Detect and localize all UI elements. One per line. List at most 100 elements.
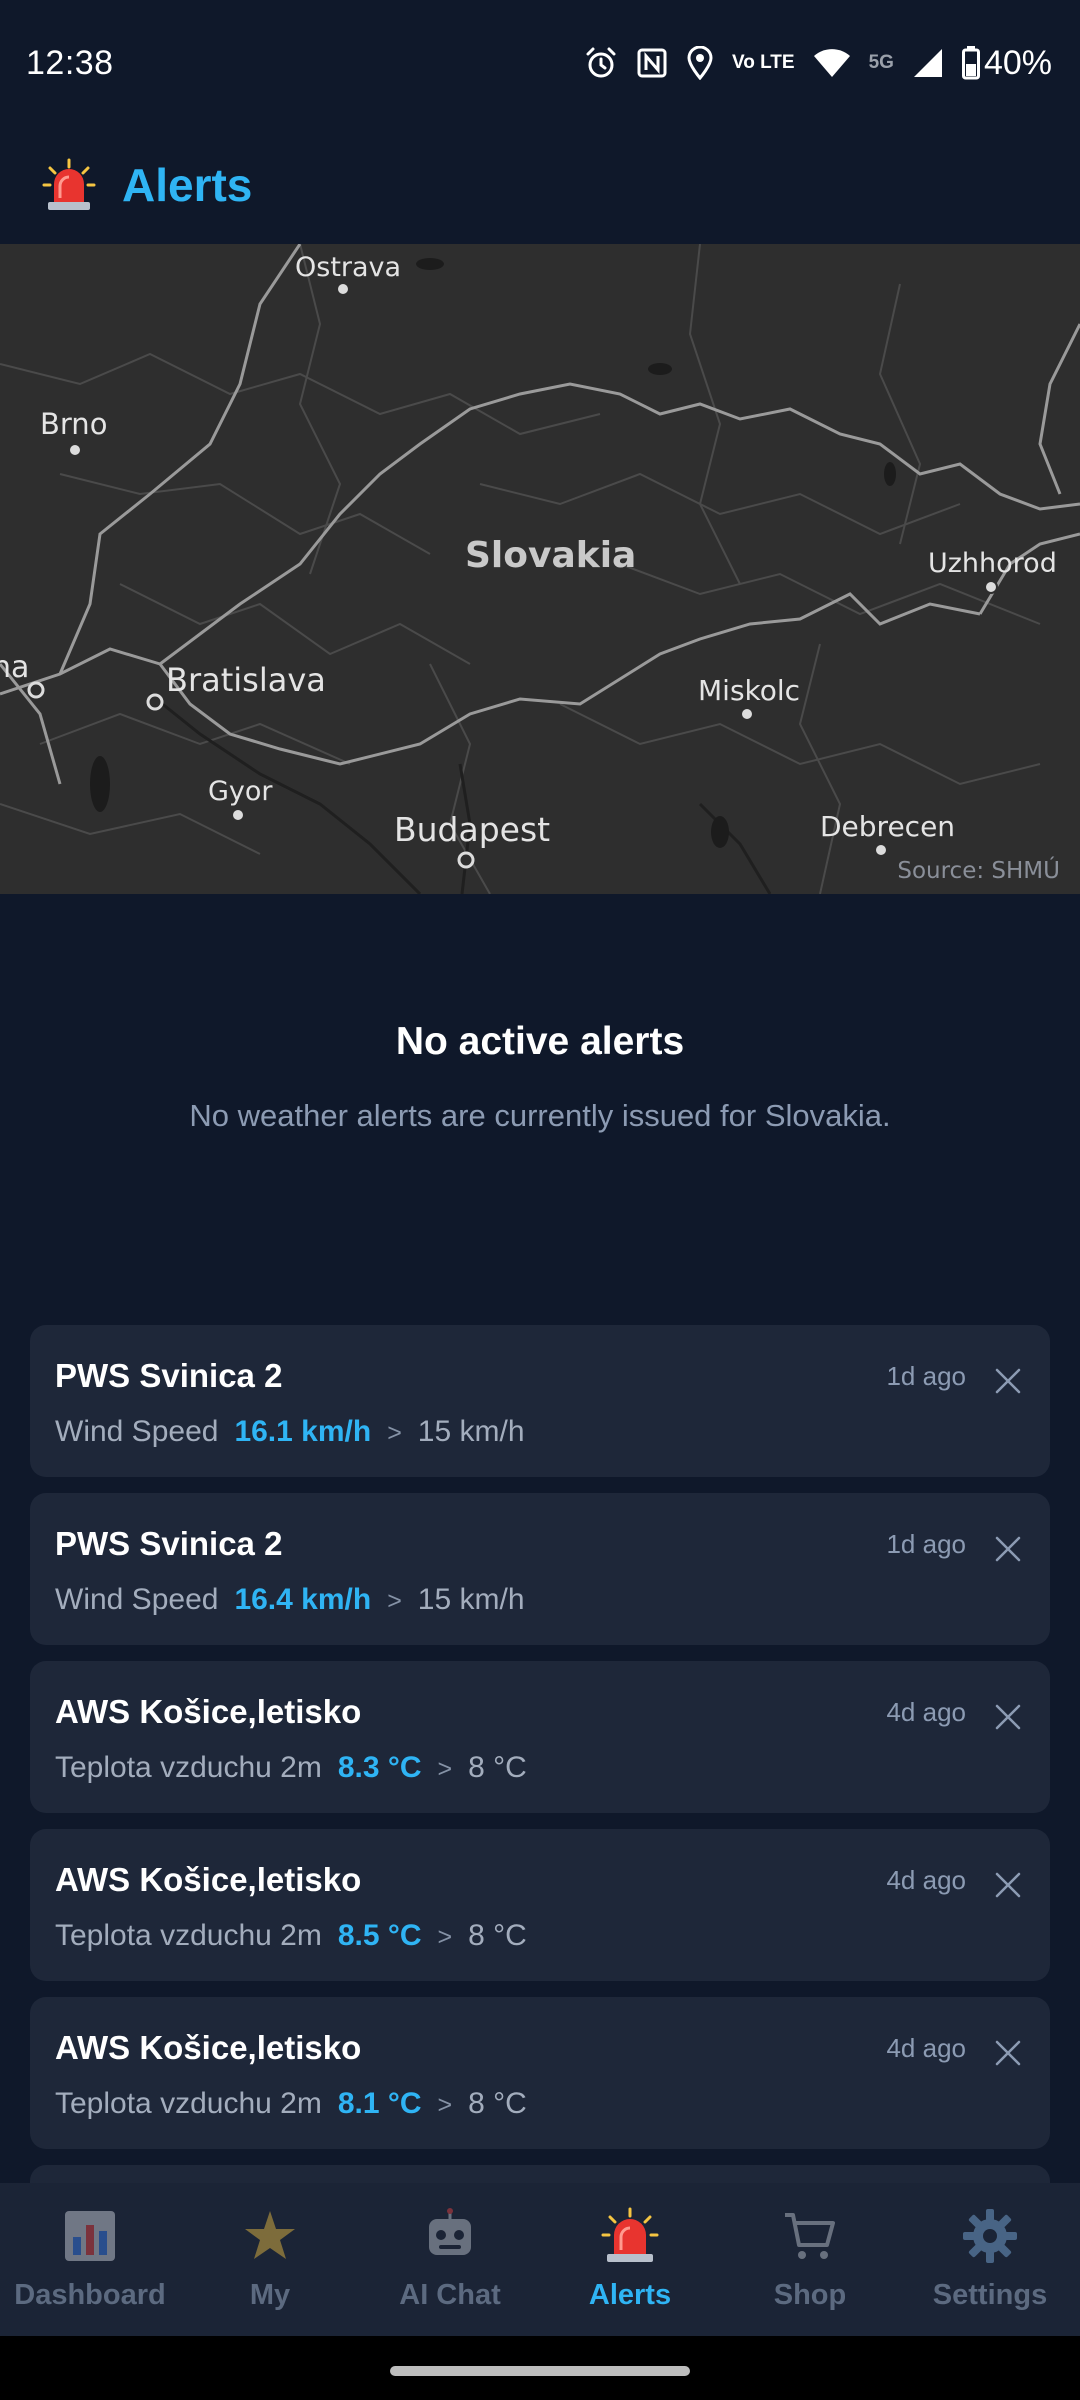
alerts-screen: 12:38 Vo LTE 5G 40% Alerts Ostrava Brno …: [0, 0, 1080, 2400]
nav-item-ai-chat[interactable]: AI Chat: [360, 2183, 540, 2336]
city-dot-bratislava: [146, 693, 164, 711]
alert-time: 4d ago: [886, 1865, 966, 1895]
cart-icon: [785, 2213, 835, 2259]
alert-metric: Teplota vzduchu 2m: [55, 2087, 322, 2120]
bottom-nav: Dashboard My AI Chat Alerts Shop Setting…: [0, 2183, 1080, 2336]
alert-card[interactable]: AWS Košice,letisko Teplota vzduchu 2m 8.…: [30, 1997, 1050, 2149]
country-label-slovakia: Slovakia: [465, 535, 636, 576]
city-dot-debrecen: [874, 843, 888, 857]
nfc-icon: [637, 48, 667, 78]
close-icon[interactable]: [994, 2039, 1022, 2067]
alert-operator: >: [437, 2091, 453, 2119]
city-label-gyor: Gyor: [208, 776, 273, 807]
alert-condition: Teplota vzduchu 2m 8.1 °C > 8 °C: [55, 2087, 1050, 2121]
alert-threshold: 15 km/h: [417, 1415, 525, 1448]
nav-label: AI Chat: [399, 2279, 501, 2311]
siren-icon: [601, 2207, 659, 2262]
city-dot-uzhhorod: [984, 580, 998, 594]
empty-state: No active alerts No weather alerts are c…: [0, 1020, 1080, 1134]
battery-indicator: 40%: [961, 43, 1052, 83]
nav-label: Settings: [932, 2279, 1048, 2311]
alert-operator: >: [437, 1755, 453, 1783]
alert-condition: Wind Speed 16.4 km/h > 15 km/h: [55, 1583, 1050, 1617]
bar-chart-icon: [65, 2211, 115, 2261]
battery-icon: [961, 46, 980, 80]
nav-item-alerts[interactable]: Alerts: [540, 2183, 720, 2336]
nav-label: My: [249, 2279, 291, 2311]
status-time: 12:38: [26, 43, 114, 82]
gear-icon: [963, 2209, 1017, 2263]
alert-condition: Teplota vzduchu 2m 8.3 °C > 8 °C: [55, 1751, 1050, 1785]
city-label-miskolc: Miskolc: [698, 674, 800, 707]
app-header: Alerts: [0, 126, 1080, 244]
star-icon: [245, 2211, 295, 2259]
nav-item-dashboard[interactable]: Dashboard: [0, 2183, 180, 2336]
nav-label: Alerts: [588, 2279, 672, 2311]
alert-time: 1d ago: [886, 1361, 966, 1391]
alert-card[interactable]: [30, 2165, 1050, 2183]
alert-threshold: 8 °C: [468, 1919, 527, 1952]
alert-metric: Teplota vzduchu 2m: [55, 1919, 322, 1952]
map-canvas: Ostrava Brno Uzhhorod Bratislava Miskolc…: [0, 244, 1080, 894]
status-icons: Vo LTE 5G 40%: [584, 44, 1052, 83]
alert-value: 16.1 km/h: [234, 1415, 372, 1448]
close-icon[interactable]: [994, 1871, 1022, 1899]
alert-card[interactable]: PWS Svinica 2 Wind Speed 16.4 km/h > 15 …: [30, 1493, 1050, 1645]
status-bar: 12:38 Vo LTE 5G 40%: [0, 0, 1080, 126]
alert-value: 8.3 °C: [337, 1751, 422, 1784]
alert-value: 8.5 °C: [337, 1919, 422, 1952]
alert-threshold: 8 °C: [468, 1751, 527, 1784]
volte-icon: Vo LTE: [731, 52, 795, 73]
robot-icon: [429, 2208, 471, 2255]
nav-item-shop[interactable]: Shop: [720, 2183, 900, 2336]
alert-value: 16.4 km/h: [234, 1583, 372, 1616]
city-label-bratislava: Bratislava: [166, 661, 326, 699]
nav-label: Shop: [773, 2279, 847, 2311]
alerts-map[interactable]: Ostrava Brno Uzhhorod Bratislava Miskolc…: [0, 244, 1080, 894]
city-dot-budapest: [457, 851, 475, 869]
alert-operator: >: [387, 1587, 402, 1615]
nav-item-my[interactable]: My: [180, 2183, 360, 2336]
alert-time: 4d ago: [886, 2033, 966, 2063]
siren-icon: [42, 158, 96, 210]
alert-condition: Teplota vzduchu 2m 8.5 °C > 8 °C: [55, 1919, 1050, 1953]
alert-metric: Teplota vzduchu 2m: [55, 1751, 322, 1784]
location-icon: [687, 46, 713, 80]
alert-condition: Wind Speed 16.1 km/h > 15 km/h: [55, 1415, 1050, 1449]
page-title: Alerts: [122, 159, 253, 211]
city-label-brno: Brno: [40, 407, 107, 441]
close-icon[interactable]: [994, 1703, 1022, 1731]
alert-threshold: 15 km/h: [417, 1583, 525, 1616]
city-dot-ostrava: [336, 282, 350, 296]
nav-item-settings[interactable]: Settings: [900, 2183, 1080, 2336]
alert-time: 1d ago: [886, 1529, 966, 1559]
alert-threshold: 8 °C: [468, 2087, 527, 2120]
city-dot-vienna: [27, 681, 45, 699]
alert-value: 8.1 °C: [337, 2087, 422, 2120]
city-label-uzhhorod: Uzhhorod: [928, 548, 1057, 579]
gesture-handle[interactable]: [390, 2366, 690, 2376]
close-icon[interactable]: [994, 1535, 1022, 1563]
close-icon[interactable]: [994, 1367, 1022, 1395]
alert-metric: Wind Speed: [55, 1583, 219, 1616]
city-dot-brno: [68, 443, 82, 457]
alert-card[interactable]: AWS Košice,letisko Teplota vzduchu 2m 8.…: [30, 1829, 1050, 1981]
alert-card[interactable]: PWS Svinica 2 Wind Speed 16.1 km/h > 15 …: [30, 1325, 1050, 1477]
city-label-vienna: na: [0, 650, 29, 685]
map-source: Source: SHMÚ: [897, 858, 1060, 884]
nav-label: Dashboard: [14, 2279, 166, 2311]
alert-card[interactable]: AWS Košice,letisko Teplota vzduchu 2m 8.…: [30, 1661, 1050, 1813]
alert-list[interactable]: PWS Svinica 2 Wind Speed 16.1 km/h > 15 …: [30, 1325, 1050, 2183]
signal-icon: [913, 49, 942, 77]
city-label-debrecen: Debrecen: [820, 810, 955, 843]
alert-metric: Wind Speed: [55, 1415, 219, 1448]
alarm-icon: [586, 47, 616, 78]
city-label-ostrava: Ostrava: [295, 252, 401, 283]
network-type-label: 5G: [868, 52, 894, 73]
alert-time: 4d ago: [886, 1697, 966, 1727]
alert-operator: >: [437, 1923, 453, 1951]
city-dot-miskolc: [740, 707, 754, 721]
battery-percent: 40%: [983, 43, 1052, 82]
empty-state-title: No active alerts: [395, 1020, 685, 1063]
wifi-icon: [813, 49, 850, 77]
